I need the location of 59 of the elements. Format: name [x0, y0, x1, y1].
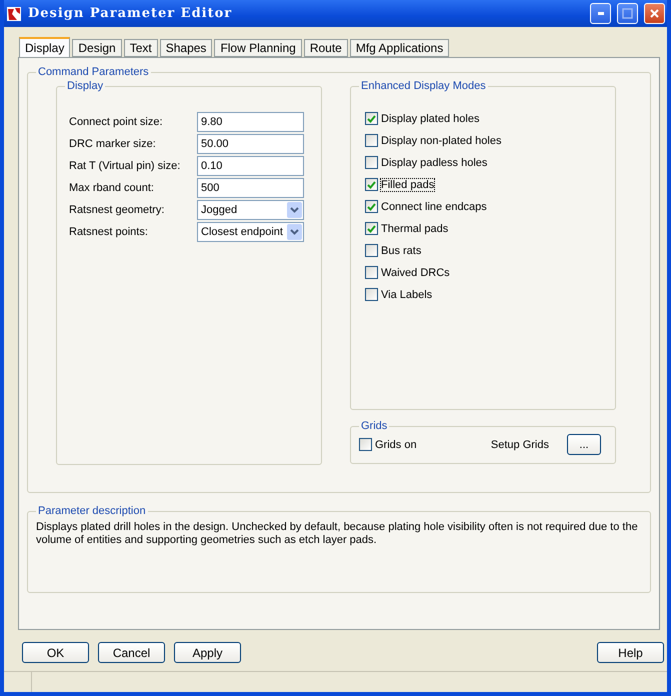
checkbox-label[interactable]: Connect line endcaps — [381, 200, 487, 212]
tab[interactable]: Text — [124, 39, 158, 57]
input-field[interactable]: 0.10 — [197, 156, 304, 176]
dialog-button[interactable]: Apply — [174, 642, 241, 663]
field-label: Rat T (Virtual pin) size: — [69, 159, 182, 174]
checkbox[interactable] — [365, 244, 378, 257]
field-label: Ratsnest geometry: — [69, 203, 166, 218]
checkbox[interactable] — [365, 288, 378, 301]
close-button[interactable] — [644, 3, 665, 24]
field-label: Connect point size: — [69, 115, 164, 130]
tab[interactable]: Shapes — [160, 39, 212, 57]
checkbox-label[interactable]: Thermal pads — [381, 222, 448, 234]
group-title: Parameter description — [37, 506, 147, 517]
minimize-icon — [598, 12, 604, 15]
tab[interactable]: Route — [304, 39, 348, 57]
setup-grids-button[interactable]: ... — [567, 434, 601, 455]
checkbox[interactable] — [365, 200, 378, 213]
close-icon — [649, 8, 660, 19]
checkbox-label[interactable]: Display plated holes — [381, 112, 480, 124]
tab[interactable]: Mfg Applications — [350, 39, 450, 57]
checkbox-label[interactable]: Display non-plated holes — [381, 134, 502, 146]
checkbox[interactable] — [365, 178, 378, 191]
group-title: Enhanced Display Modes — [360, 81, 487, 92]
checkbox-label[interactable]: Grids on — [375, 438, 417, 450]
tab[interactable]: Display — [19, 37, 70, 57]
checkbox[interactable] — [365, 266, 378, 279]
checkbox[interactable] — [365, 134, 378, 147]
group-title: Grids — [360, 421, 388, 432]
maximize-icon — [622, 8, 633, 19]
checkbox[interactable] — [359, 438, 372, 451]
input-field[interactable]: 9.80 — [197, 112, 304, 132]
checkbox-label[interactable]: Via Labels — [381, 288, 432, 300]
checkbox-label[interactable]: Filled pads — [381, 178, 434, 190]
checkbox[interactable] — [365, 112, 378, 125]
field-label: Max rband count: — [69, 181, 155, 196]
help-button[interactable]: Help — [597, 642, 664, 663]
minimize-button[interactable] — [590, 3, 611, 24]
group-title: Display — [66, 81, 104, 92]
input-field[interactable]: 50.00 — [197, 134, 304, 154]
group-title: Command Parameters — [37, 67, 150, 78]
checkbox[interactable] — [365, 222, 378, 235]
field-label: DRC marker size: — [69, 137, 157, 152]
dropdown[interactable]: Jogged — [197, 200, 304, 220]
tab[interactable]: Design — [72, 39, 122, 57]
input-field[interactable]: 500 — [197, 178, 304, 198]
window-title: Design Parameter Editor — [28, 6, 234, 21]
app-icon — [6, 6, 22, 22]
tab[interactable]: Flow Planning — [214, 39, 302, 57]
maximize-button[interactable] — [617, 3, 638, 24]
setup-grids-label: Setup Grids — [490, 438, 549, 452]
dialog-button[interactable]: Cancel — [98, 642, 165, 663]
description-text: Displays plated drill holes in the design. Unchecked by default, because plating hole visibility often is not required due to the volume of entities and supporting geometries such as etch layer pads. — [36, 521, 639, 547]
dialog-button[interactable]: OK — [22, 642, 89, 663]
dropdown[interactable]: Closest endpoint — [197, 222, 304, 242]
checkbox-label[interactable]: Display padless holes — [381, 156, 488, 168]
checkbox-label[interactable]: Waived DRCs — [381, 266, 450, 278]
checkbox-label[interactable]: Bus rats — [381, 244, 422, 256]
field-label: Ratsnest points: — [69, 225, 149, 240]
checkbox[interactable] — [365, 156, 378, 169]
